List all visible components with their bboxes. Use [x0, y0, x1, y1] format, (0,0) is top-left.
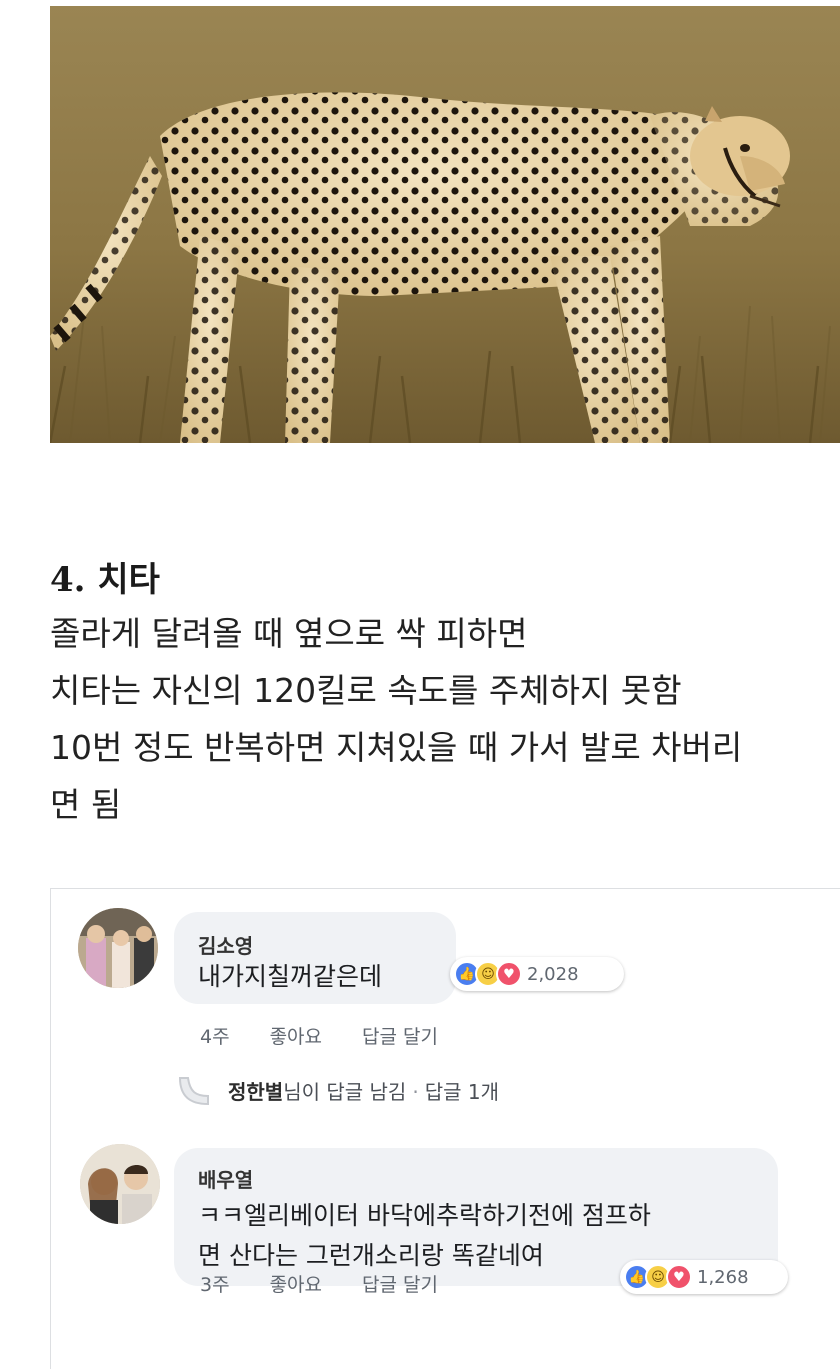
cheetah-photo — [50, 6, 840, 443]
comment-author[interactable]: 김소영 — [198, 930, 253, 959]
reply-link[interactable]: 답글 달기 — [362, 1270, 438, 1297]
comment-time[interactable]: 4주 — [200, 1022, 230, 1049]
reply-separator: · — [412, 1079, 419, 1104]
reaction-count: 2,028 — [527, 963, 579, 985]
article-line: 치타는 자신의 120킬로 속도를 주체하지 못함 — [50, 671, 682, 710]
reaction-count: 1,268 — [697, 1266, 749, 1288]
reactions-summary[interactable]: 👍 ☺ ♥ 1,268 — [620, 1260, 788, 1294]
comment-actions: 3주 좋아요 답글 달기 — [200, 1270, 478, 1297]
comment-time[interactable]: 3주 — [200, 1270, 230, 1297]
article-line: 10번 정도 반복하면 지쳐있을 때 가서 발로 차버리 — [50, 728, 743, 767]
love-reaction-icon: ♥ — [666, 1264, 692, 1290]
avatar[interactable] — [78, 908, 158, 988]
article-heading: 4. 치타 — [50, 560, 160, 600]
reply-summary[interactable]: 정한별님이 답글 남김 · 답글 1개 — [172, 1068, 499, 1112]
comment-author[interactable]: 배우열 — [198, 1164, 253, 1193]
comment-text: ㅋㅋ엘리베이터 바닥에추락하기전에 점프하 — [198, 1201, 651, 1230]
article-body: 졸라게 달려올 때 옆으로 싹 피하면 치타는 자신의 120킬로 속도를 주체… — [50, 605, 840, 833]
reply-link[interactable]: 답글 달기 — [362, 1022, 438, 1049]
like-link[interactable]: 좋아요 — [270, 1270, 322, 1297]
reply-count[interactable]: 답글 1개 — [425, 1080, 499, 1104]
reply-suffix: 님이 답글 남김 — [283, 1079, 407, 1104]
reply-arrow-icon — [172, 1068, 216, 1112]
comment-actions: 4주 좋아요 답글 달기 — [200, 1022, 478, 1049]
reactions-summary[interactable]: 👍 ☺ ♥ 2,028 — [450, 957, 624, 991]
love-reaction-icon: ♥ — [496, 961, 522, 987]
avatar[interactable] — [80, 1144, 160, 1224]
reply-author[interactable]: 정한별 — [228, 1080, 283, 1104]
article-line: 면 됨 — [50, 785, 122, 824]
comment-text: 내가지칠꺼같은데 — [198, 962, 383, 991]
article-line: 졸라게 달려올 때 옆으로 싹 피하면 — [50, 614, 528, 653]
page: 4. 치타 졸라게 달려올 때 옆으로 싹 피하면 치타는 자신의 120킬로 … — [0, 0, 840, 1369]
like-link[interactable]: 좋아요 — [270, 1022, 322, 1049]
